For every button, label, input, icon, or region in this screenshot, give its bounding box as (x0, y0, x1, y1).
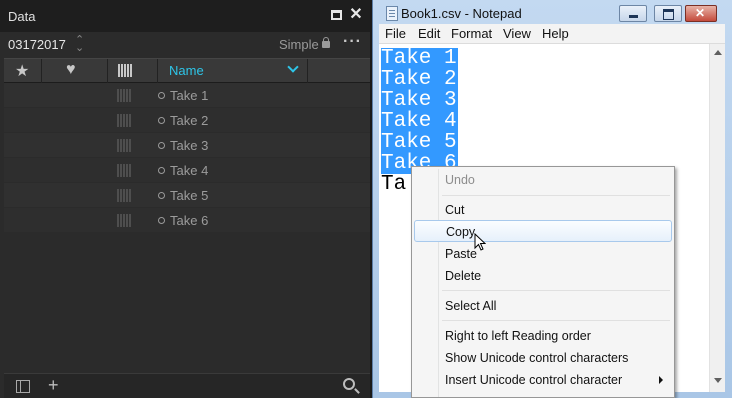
menu-item-label: Insert Unicode control character (445, 373, 623, 387)
heart-icon[interactable]: ♥ (66, 61, 76, 79)
take-name: Take 6 (170, 213, 209, 228)
menu-item-select-all[interactable]: Select All (414, 295, 672, 317)
column-favorite[interactable]: ★ (4, 59, 42, 83)
menu-item-cut[interactable]: Cut (414, 199, 672, 221)
barcode-icon (117, 139, 131, 152)
circle-icon (158, 167, 165, 174)
menu-item-label: Copy (446, 225, 476, 239)
maximize-button[interactable] (654, 5, 682, 22)
menu-item-label: Paste (445, 247, 477, 261)
menu-item-label: Right to left Reading order (445, 329, 591, 343)
submenu-arrow-icon (659, 376, 663, 384)
circle-icon (158, 92, 165, 99)
minimize-button[interactable] (619, 5, 647, 22)
menu-item-label: Delete (445, 269, 482, 283)
menu-item-insert-unicode-control[interactable]: Insert Unicode control character (414, 369, 672, 391)
take-name: Take 1 (170, 88, 209, 103)
close-button[interactable] (685, 5, 717, 22)
panel-subbar: 03172017 ⌃ ⌄ Simple ··· (0, 32, 370, 58)
more-icon[interactable]: ··· (343, 33, 362, 51)
list-item[interactable]: Take 1 (4, 83, 370, 108)
circle-icon (158, 117, 165, 124)
updown-icon[interactable]: ⌃ ⌄ (75, 35, 84, 54)
text-line: Take 2 (381, 68, 458, 91)
star-icon[interactable]: ★ (15, 61, 29, 81)
barcode-icon (117, 89, 131, 102)
text-line: Take 5 (381, 131, 458, 154)
date-selector[interactable]: 03172017 (8, 37, 66, 52)
take-name: Take 2 (170, 113, 209, 128)
circle-icon (158, 192, 165, 199)
menu-bar: File Edit Format View Help (379, 24, 725, 44)
text-line: Ta (381, 173, 407, 196)
take-name: Take 4 (170, 163, 209, 178)
notepad-icon (386, 6, 398, 21)
lock-icon[interactable] (322, 37, 330, 48)
column-name-label[interactable]: Name (169, 63, 204, 78)
close-icon[interactable]: ✕ (349, 5, 363, 25)
scroll-up-icon[interactable] (714, 50, 722, 55)
circle-icon (158, 217, 165, 224)
text-line: Take 4 (381, 110, 458, 133)
menu-item-delete[interactable]: Delete (414, 265, 672, 287)
menu-item-undo[interactable]: Undo (414, 169, 672, 191)
column-barcode[interactable] (108, 59, 158, 83)
barcode-icon (117, 214, 131, 227)
menu-separator (442, 290, 670, 291)
context-menu: Undo Cut Copy Paste Delete Select All Ri… (411, 166, 675, 398)
take-name: Take 3 (170, 138, 209, 153)
mouse-cursor-icon (474, 233, 486, 251)
menu-item-rtl-reading-order[interactable]: Right to left Reading order (414, 325, 672, 347)
add-icon[interactable]: + (48, 375, 59, 396)
list-item[interactable]: Take 2 (4, 108, 370, 133)
vertical-scrollbar[interactable] (709, 44, 725, 392)
panel-bottombar: + (4, 373, 370, 398)
text-line: Take 1 (381, 47, 458, 70)
barcode-icon (117, 189, 131, 202)
mode-label[interactable]: Simple (279, 37, 319, 52)
barcode-icon (117, 114, 131, 127)
text-line: Take 3 (381, 89, 458, 112)
menu-file[interactable]: File (385, 26, 406, 41)
menu-item-label: Select All (445, 299, 497, 313)
maximize-icon[interactable] (331, 10, 342, 20)
menu-format[interactable]: Format (451, 26, 492, 41)
menu-separator (442, 320, 670, 321)
menu-separator (442, 195, 670, 196)
menu-item-copy[interactable]: Copy (414, 220, 672, 242)
menu-item-label: Undo (445, 173, 475, 187)
sidebar-toggle-icon[interactable] (16, 380, 30, 393)
barcode-icon (117, 164, 131, 177)
list-item[interactable]: Take 5 (4, 183, 370, 208)
menu-item-label: Show Unicode control characters (445, 351, 629, 365)
scroll-down-icon[interactable] (714, 378, 722, 383)
list-item[interactable]: Take 6 (4, 208, 370, 233)
list-item[interactable]: Take 3 (4, 133, 370, 158)
take-list: Take 1 Take 2 Take 3 Take 4 Take 5 Take … (4, 83, 370, 233)
barcode-icon[interactable] (118, 64, 132, 77)
circle-icon (158, 142, 165, 149)
menu-edit[interactable]: Edit (418, 26, 440, 41)
menu-item-paste[interactable]: Paste (414, 243, 672, 265)
menu-view[interactable]: View (503, 26, 531, 41)
panel-title: Data (8, 9, 36, 24)
data-panel: Data ✕ 03172017 ⌃ ⌄ Simple ··· ★ ♥ Name T… (0, 0, 370, 398)
take-name: Take 5 (170, 188, 209, 203)
menu-item-label: Cut (445, 203, 465, 217)
search-icon[interactable] (343, 378, 355, 390)
column-header: ★ ♥ Name (4, 58, 370, 83)
list-item[interactable]: Take 4 (4, 158, 370, 183)
menu-help[interactable]: Help (542, 26, 569, 41)
window-title: Book1.csv - Notepad (401, 6, 522, 21)
menu-item-show-unicode-control[interactable]: Show Unicode control characters (414, 347, 672, 369)
panel-titlebar: Data ✕ (0, 0, 370, 32)
